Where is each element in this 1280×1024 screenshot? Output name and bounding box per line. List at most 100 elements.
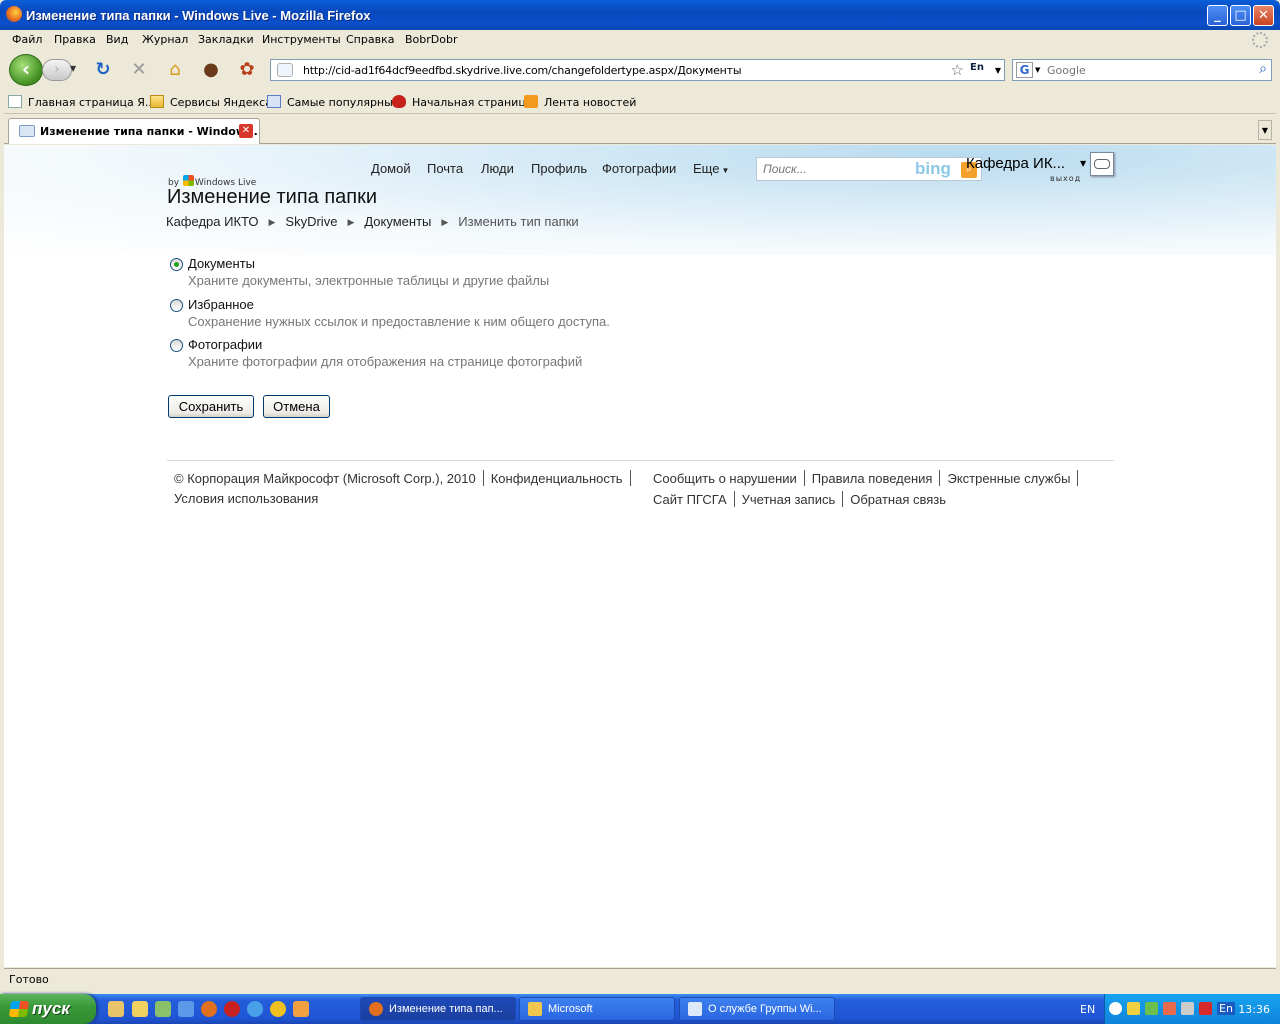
window-title-bar[interactable]: Изменение типа папки - Windows Live - Mo…: [0, 0, 1280, 30]
report-abuse-link[interactable]: Сообщить о нарушении: [653, 471, 797, 486]
stop-icon[interactable]: ✕: [128, 59, 150, 81]
menu-view[interactable]: Вид: [106, 33, 128, 46]
throbber-icon: [1252, 32, 1268, 48]
nav-people[interactable]: Люди: [481, 161, 514, 176]
option-label[interactable]: Избранное: [188, 297, 254, 312]
bookmark-most-popular[interactable]: Самые популярные: [267, 95, 400, 109]
bobrdobr-icon[interactable]: ●: [200, 59, 222, 81]
user-menu-chevron-icon[interactable]: ▼: [1080, 159, 1086, 168]
nav-profile[interactable]: Профиль: [531, 161, 587, 176]
terms-link[interactable]: Условия использования: [174, 491, 318, 506]
menu-help[interactable]: Справка: [346, 33, 394, 46]
nav-home[interactable]: Домой: [371, 161, 411, 176]
bookmark-news-feed[interactable]: Лента новостей: [524, 95, 636, 109]
bookmark-yandex-home[interactable]: Главная страница Я...: [8, 95, 155, 109]
tray-network-icon[interactable]: [1127, 1002, 1140, 1015]
tray-antivirus-icon[interactable]: [1199, 1002, 1212, 1015]
quicklaunch-browser-icon[interactable]: [247, 1001, 263, 1017]
bookmark-star-icon[interactable]: ☆: [951, 61, 964, 79]
bookmark-yandex-services[interactable]: Сервисы Яндекса: [150, 95, 272, 109]
quicklaunch-mail-icon[interactable]: [293, 1001, 309, 1017]
signout-link[interactable]: выход: [1050, 174, 1081, 183]
folder-icon: [150, 95, 164, 108]
tab-list-dropdown-icon[interactable]: ▼: [1258, 120, 1272, 140]
breadcrumb-owner[interactable]: Кафедра ИКТО: [166, 214, 259, 229]
menu-bookmarks[interactable]: Закладки: [198, 33, 254, 46]
tab-close-icon[interactable]: ✕: [239, 124, 253, 138]
menu-bobrdobr[interactable]: BobrDobr: [405, 33, 458, 46]
user-name[interactable]: Кафедра ИК...: [966, 155, 1065, 172]
task-about-service[interactable]: О службе Группы Wi...: [679, 997, 835, 1021]
emergency-services-link[interactable]: Экстренные службы: [947, 471, 1070, 486]
minimize-button[interactable]: _: [1207, 5, 1228, 26]
task-label: Изменение типа пап...: [389, 1003, 503, 1015]
search-magnifier-icon[interactable]: ⌕: [1259, 61, 1267, 77]
back-button[interactable]: ‹: [9, 54, 43, 86]
privacy-link[interactable]: Конфиденциальность: [491, 471, 623, 486]
tray-device-icon[interactable]: [1181, 1002, 1194, 1015]
nav-more[interactable]: Еще ▼: [693, 161, 729, 176]
feedback-link[interactable]: Обратная связь: [850, 492, 946, 507]
search-bar[interactable]: G ▼ ⌕: [1012, 59, 1272, 81]
site-link[interactable]: Сайт ПГСГА: [653, 492, 727, 507]
option-label[interactable]: Документы: [188, 256, 255, 271]
menu-history[interactable]: Журнал: [142, 33, 188, 46]
site-identity-icon[interactable]: [277, 63, 293, 77]
quicklaunch-app-icon[interactable]: [155, 1001, 171, 1017]
page-title: Изменение типа папки: [167, 186, 378, 208]
tray-language-badge[interactable]: En: [1217, 1002, 1235, 1015]
bing-search-input[interactable]: [763, 162, 913, 176]
quicklaunch-opera-icon[interactable]: [224, 1001, 240, 1017]
paw-icon[interactable]: ✿: [236, 59, 258, 81]
menu-file[interactable]: Файл: [12, 33, 42, 46]
language-indicator[interactable]: EN: [1080, 1003, 1095, 1016]
reload-icon[interactable]: ↻: [92, 59, 114, 81]
nav-photos[interactable]: Фотографии: [602, 161, 676, 176]
footer-separator: [482, 470, 484, 486]
language-badge[interactable]: En: [970, 62, 984, 73]
quicklaunch-messenger-icon[interactable]: [132, 1001, 148, 1017]
radio-photos[interactable]: [170, 339, 183, 352]
start-button[interactable]: пуск: [0, 994, 96, 1024]
cancel-button[interactable]: Отмена: [263, 395, 330, 418]
google-engine-icon[interactable]: G: [1016, 62, 1033, 78]
folder-icon: [528, 1002, 542, 1016]
quicklaunch-firefox-icon[interactable]: [201, 1001, 217, 1017]
tray-messenger-icon[interactable]: [1145, 1002, 1158, 1015]
url-dropdown-icon[interactable]: ▼: [995, 66, 1001, 75]
nav-mail[interactable]: Почта: [427, 161, 463, 176]
quicklaunch-ie-icon[interactable]: [178, 1001, 194, 1017]
history-dropdown-icon[interactable]: ▼: [70, 64, 76, 73]
search-input[interactable]: [1047, 62, 1247, 78]
menu-bar: Файл Правка Вид Журнал Закладки Инструме…: [4, 30, 1276, 50]
code-of-conduct-link[interactable]: Правила поведения: [812, 471, 933, 486]
engine-dropdown-icon[interactable]: ▼: [1035, 66, 1040, 74]
option-label[interactable]: Фотографии: [188, 337, 262, 352]
close-button[interactable]: ✕: [1253, 5, 1274, 26]
avatar[interactable]: [1090, 152, 1114, 176]
task-microsoft-folder[interactable]: Microsoft: [519, 997, 675, 1021]
url-text[interactable]: http://cid-ad1f64dcf9eedfbd.skydrive.liv…: [303, 64, 742, 77]
breadcrumb-skydrive[interactable]: SkyDrive: [285, 214, 337, 229]
bookmark-start-page[interactable]: Начальная страница: [392, 95, 533, 109]
magnifier-icon: [267, 95, 281, 108]
bing-search-box[interactable]: bing ⌕: [756, 157, 982, 181]
maximize-button[interactable]: □: [1230, 5, 1251, 26]
save-button[interactable]: Сохранить: [168, 395, 254, 418]
menu-tools[interactable]: Инструменты: [262, 33, 341, 46]
task-firefox[interactable]: Изменение типа пап...: [360, 997, 516, 1021]
radio-documents[interactable]: [170, 258, 183, 271]
quicklaunch-media-icon[interactable]: [270, 1001, 286, 1017]
radio-favorites[interactable]: [170, 299, 183, 312]
address-bar[interactable]: http://cid-ad1f64dcf9eedfbd.skydrive.liv…: [270, 59, 1005, 81]
tray-expand-icon[interactable]: [1109, 1002, 1122, 1015]
tab-change-folder-type[interactable]: Изменение типа папки - Window... ✕: [8, 118, 260, 144]
home-icon[interactable]: ⌂: [164, 59, 186, 81]
tray-security-icon[interactable]: [1163, 1002, 1176, 1015]
account-link[interactable]: Учетная запись: [742, 492, 836, 507]
forward-button[interactable]: ›: [42, 59, 72, 81]
quicklaunch-desktop-icon[interactable]: [108, 1001, 124, 1017]
footer-separator: [842, 491, 844, 507]
breadcrumb-documents[interactable]: Документы: [364, 214, 431, 229]
menu-edit[interactable]: Правка: [54, 33, 96, 46]
